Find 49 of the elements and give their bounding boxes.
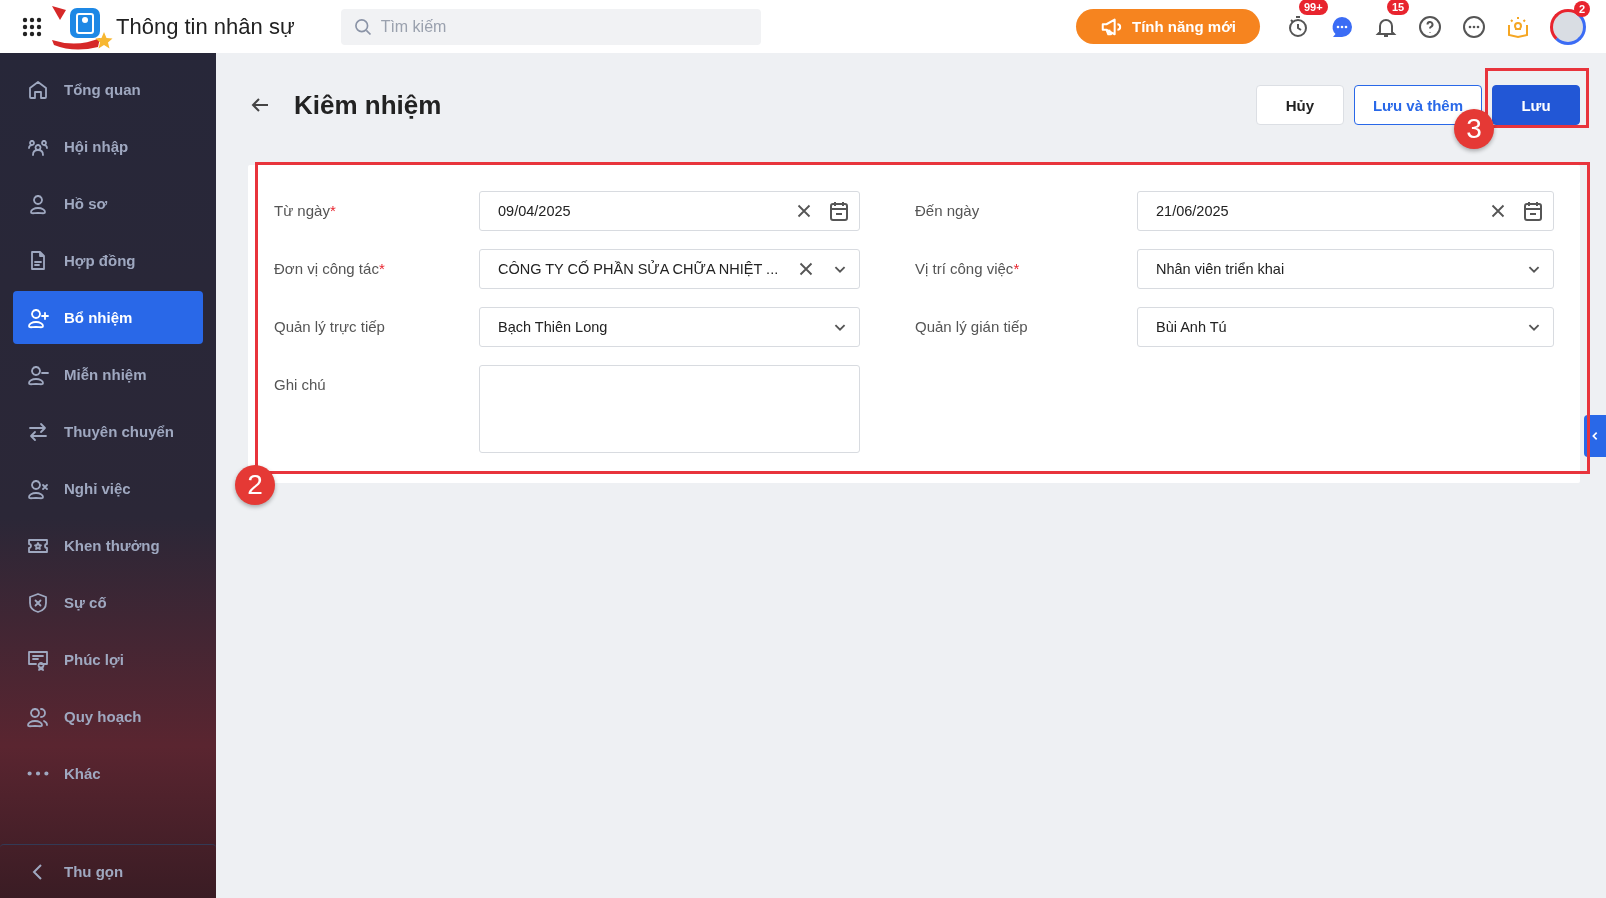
save-button[interactable]: Lưu — [1492, 85, 1580, 125]
sidebar-item[interactable]: Hợp đồng — [13, 234, 203, 287]
side-panel-tab[interactable] — [1584, 415, 1606, 457]
calendar-icon[interactable] — [1521, 199, 1545, 223]
count-badge: 99+ — [1299, 0, 1328, 15]
dropdown-field[interactable]: Bùi Anh Tú — [1137, 307, 1554, 347]
app-title: Thông tin nhân sự — [116, 13, 295, 40]
field-label: Ghi chú — [274, 375, 327, 395]
field-label: Đến ngày — [915, 201, 981, 221]
dropdown-field[interactable]: CÔNG TY CỐ PHẦN SỬA CHỮA NHIỆT ... — [479, 249, 860, 289]
calendar-icon[interactable] — [827, 199, 851, 223]
sidebar-item[interactable]: Phúc lợi — [13, 633, 203, 686]
count-badge: 15 — [1387, 0, 1410, 15]
sidebar-item[interactable]: Nghỉ việc — [13, 462, 203, 515]
field-label: Vị trí công việc* — [915, 259, 1021, 279]
sidebar-item[interactable]: Quy hoạch — [13, 690, 203, 743]
sidebar-item[interactable]: Tổng quan — [13, 63, 203, 116]
stopwatch-icon[interactable] — [1286, 14, 1310, 39]
dropdown-field[interactable]: Nhân viên triển khai — [1137, 249, 1554, 289]
sidebar-item[interactable]: Hội nhập — [13, 120, 203, 173]
chevron-left-icon — [1590, 431, 1600, 441]
field-label: Quản lý gián tiếp — [915, 317, 1029, 337]
sidebar-item[interactable]: Khác — [13, 747, 203, 800]
sidebar-item[interactable]: Bổ nhiệm — [13, 291, 203, 344]
sidebar-item[interactable]: Miễn nhiệm — [13, 348, 203, 401]
dropdown-field[interactable]: Bạch Thiên Long — [479, 307, 860, 347]
sidebar-item[interactable]: Khen thưởng — [13, 519, 203, 572]
more-icon[interactable] — [1462, 14, 1486, 39]
shield-x-icon — [26, 590, 50, 615]
sidebar-item[interactable]: Thuyên chuyển — [13, 405, 203, 458]
search-field[interactable]: Tìm kiếm — [340, 8, 761, 45]
date-field[interactable]: 09/04/2025 — [479, 191, 860, 231]
page-title: Kiêm nhiệm — [294, 89, 442, 121]
help-icon[interactable] — [1418, 14, 1442, 39]
dots-icon — [26, 771, 50, 776]
count-badge: 2 — [1573, 0, 1590, 17]
date-field[interactable]: 21/06/2025 — [1137, 191, 1554, 231]
sidebar-item[interactable]: Sự cố — [13, 576, 203, 629]
field-label: Đơn vị công tác* — [274, 259, 386, 279]
step-number: 2 — [235, 465, 275, 505]
field-label: Từ ngày* — [274, 201, 337, 221]
note-field[interactable] — [479, 365, 860, 453]
search-icon — [352, 16, 373, 37]
sidebar-item[interactable]: Hồ sơ — [13, 177, 203, 230]
app-grid-icon[interactable] — [22, 16, 42, 37]
chat-bubble-icon[interactable] — [1330, 14, 1354, 39]
action-button[interactable]: Hủy — [1255, 85, 1344, 125]
collapse-sidebar-link[interactable]: Thu gọn — [0, 844, 216, 898]
field-label: Quản lý trực tiếp — [274, 317, 386, 337]
